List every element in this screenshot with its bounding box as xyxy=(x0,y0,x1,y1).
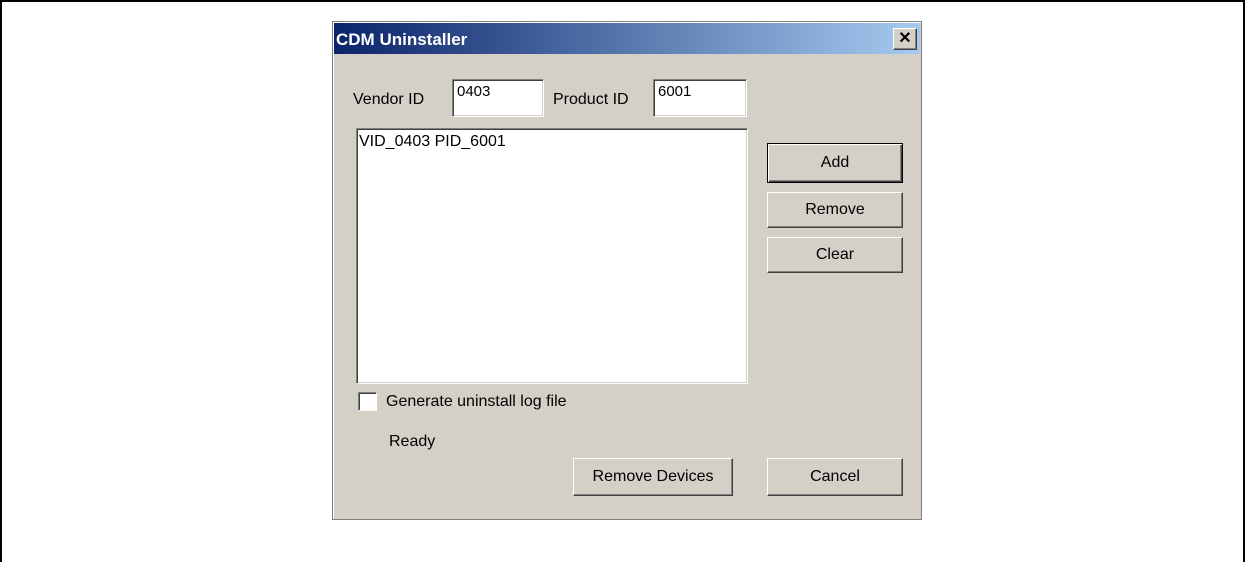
close-icon: ✕ xyxy=(898,30,912,47)
title-bar[interactable]: CDM Uninstaller ✕ xyxy=(334,23,920,54)
remove-button[interactable]: Remove xyxy=(767,192,903,228)
vendor-id-label: Vendor ID xyxy=(353,91,425,108)
log-file-checkbox[interactable] xyxy=(358,392,377,411)
product-id-input[interactable]: 6001 xyxy=(653,79,747,117)
device-listbox[interactable]: VID_0403 PID_6001 xyxy=(356,128,748,384)
close-button[interactable]: ✕ xyxy=(893,28,917,50)
add-button[interactable]: Add xyxy=(767,143,903,183)
log-file-checkbox-label[interactable]: Generate uninstall log file xyxy=(386,393,567,411)
window-title: CDM Uninstaller xyxy=(336,30,468,49)
product-id-label: Product ID xyxy=(553,91,629,108)
remove-devices-button[interactable]: Remove Devices xyxy=(573,458,733,496)
cdm-uninstaller-dialog: CDM Uninstaller ✕ Vendor ID 0403 Product… xyxy=(332,21,922,520)
status-text: Ready xyxy=(389,433,436,450)
cancel-button[interactable]: Cancel xyxy=(767,458,903,496)
vendor-id-input[interactable]: 0403 xyxy=(452,79,544,117)
list-item[interactable]: VID_0403 PID_6001 xyxy=(359,133,745,151)
clear-button[interactable]: Clear xyxy=(767,237,903,273)
